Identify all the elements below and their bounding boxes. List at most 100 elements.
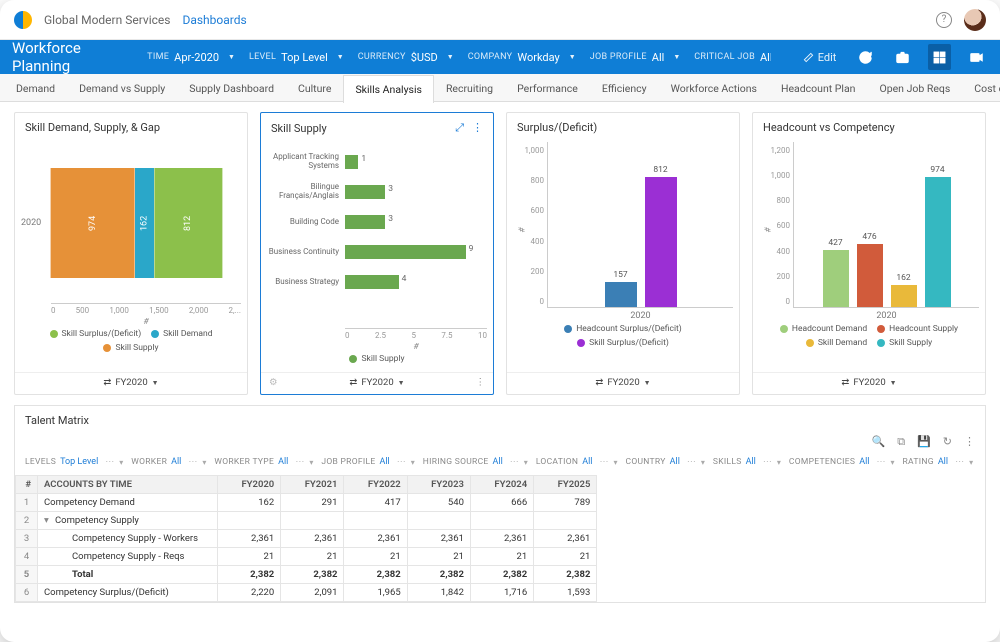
filter-icon[interactable]: ⇄	[349, 377, 357, 388]
legend-item[interactable]: Skill Supply	[349, 354, 404, 364]
x-axis-label: #	[345, 342, 487, 352]
grid-view-icon[interactable]	[928, 44, 951, 70]
camera-icon[interactable]	[891, 44, 914, 70]
bar[interactable]: 476	[857, 244, 883, 307]
search-icon[interactable]: 🔍	[872, 435, 886, 449]
page-filter-bar: Workforce Planning TIMEApr-2020 LEVELTop …	[0, 40, 1000, 74]
tab-headcount-plan[interactable]: Headcount Plan	[769, 74, 868, 101]
matrix-filter-levels[interactable]: LEVELSTop Level⋯	[25, 457, 123, 467]
tab-demand-vs-supply[interactable]: Demand vs Supply	[67, 74, 177, 101]
y-axis-label: #	[764, 227, 774, 232]
table-row[interactable]: 3Competency Supply - Workers2,3612,3612,…	[16, 530, 985, 548]
table-row[interactable]: 5Total2,3822,3822,3822,3822,3822,382	[16, 566, 985, 584]
refresh-icon[interactable]: ↻	[943, 435, 952, 449]
hbar-row[interactable]: Applicant Tracking Systems1	[267, 147, 479, 177]
card-title: Surplus/(Deficit)	[517, 121, 597, 134]
tab-open-job-reqs[interactable]: Open Job Reqs	[867, 74, 962, 101]
card-title: Skill Demand, Supply, & Gap	[25, 121, 160, 134]
matrix-filter-rating[interactable]: RATINGAll⋯	[903, 457, 974, 467]
card-surplus-deficit: Surplus/(Deficit) 1,0008006004002000 # 1…	[506, 112, 740, 395]
save-icon[interactable]: 💾	[917, 435, 931, 449]
matrix-filter-hiring-source[interactable]: HIRING SOURCEAll⋯	[423, 457, 528, 467]
tab-workforce-actions[interactable]: Workforce Actions	[659, 74, 769, 101]
present-icon[interactable]	[965, 44, 988, 70]
legend-item[interactable]: Skill Demand	[151, 329, 212, 339]
legend-item[interactable]: Skill Surplus/(Deficit)	[577, 338, 669, 348]
refresh-icon[interactable]	[854, 44, 877, 70]
breadcrumb-dashboards[interactable]: Dashboards	[182, 13, 246, 27]
workday-logo[interactable]	[14, 11, 32, 29]
y-category: 2020	[21, 218, 51, 228]
hbar-row[interactable]: Business Continuity9	[267, 237, 479, 267]
tab-cost-of-worker[interactable]: Cost of Worker	[962, 74, 1000, 101]
bar[interactable]: 974	[925, 177, 951, 307]
legend-item[interactable]: Skill Demand	[806, 338, 867, 348]
card-footer-filter[interactable]: FY2020	[853, 377, 896, 388]
tab-efficiency[interactable]: Efficiency	[590, 74, 659, 101]
filter-icon[interactable]: ⇄	[841, 377, 849, 388]
filter-icon[interactable]: ⇄	[595, 377, 603, 388]
filter-level[interactable]: LEVELTop Level	[249, 51, 344, 64]
table-row[interactable]: 1Competency Demand162291417540666789	[16, 494, 985, 512]
tab-recruiting[interactable]: Recruiting	[434, 74, 505, 101]
hbar-row[interactable]: Business Strategy4	[267, 267, 479, 297]
kebab-icon[interactable]: ⋮	[476, 377, 486, 388]
card-skill-demand-supply-gap: Skill Demand, Supply, & Gap 2020 9741628…	[14, 112, 248, 395]
card-skill-supply: Skill Supply ⤢ ⋮ Applicant Tracking Syst…	[260, 112, 494, 395]
matrix-filter-job-profile[interactable]: JOB PROFILEAll⋯	[321, 457, 414, 467]
bar[interactable]: 812	[645, 177, 677, 307]
filter-critical-job[interactable]: CRITICAL JOBAll	[694, 51, 771, 64]
table-row[interactable]: 2▾Competency Supply	[16, 512, 985, 530]
filter-icon[interactable]: ⇄	[103, 377, 111, 388]
avatar[interactable]	[964, 9, 986, 31]
matrix-filter-worker[interactable]: WORKERAll⋯	[131, 457, 206, 467]
tab-demand[interactable]: Demand	[4, 74, 67, 101]
matrix-filter-worker-type[interactable]: WORKER TYPEAll⋯	[214, 457, 313, 467]
edit-button[interactable]: Edit	[799, 51, 841, 64]
table-row[interactable]: 4Competency Supply - Reqs212121212121	[16, 548, 985, 566]
legend-item[interactable]: Headcount Supply	[877, 324, 958, 334]
kebab-icon[interactable]: ⋮	[964, 435, 975, 449]
help-icon[interactable]: ?	[936, 12, 952, 28]
settings-gear-icon[interactable]: ⚙	[269, 377, 278, 388]
bar[interactable]: 427	[823, 250, 849, 307]
tab-bar: DemandDemand vs SupplySupply DashboardCu…	[0, 74, 1000, 102]
filter-currency[interactable]: CURRENCY$USD	[358, 51, 454, 64]
org-name: Global Modern Services	[44, 13, 170, 27]
tab-culture[interactable]: Culture	[286, 74, 343, 101]
card-footer-filter[interactable]: FY2020	[607, 377, 650, 388]
card-footer-filter[interactable]: FY2020	[115, 377, 158, 388]
x-category: 2020	[548, 311, 733, 321]
tab-performance[interactable]: Performance	[505, 74, 590, 101]
legend-item[interactable]: Skill Supply	[877, 338, 932, 348]
x-category: 2020	[794, 311, 979, 321]
legend-item[interactable]: Skill Supply	[103, 343, 158, 353]
legend-item[interactable]: Headcount Demand	[780, 324, 867, 334]
stacked-segment[interactable]: 812	[154, 168, 222, 278]
legend-item[interactable]: Headcount Surplus/(Deficit)	[564, 324, 682, 334]
tab-skills-analysis[interactable]: Skills Analysis	[343, 75, 434, 103]
filter-job-profile[interactable]: JOB PROFILEAll	[590, 51, 681, 64]
bar[interactable]: 162	[891, 285, 917, 307]
legend-item[interactable]: Skill Surplus/(Deficit)	[50, 329, 142, 339]
table-row[interactable]: 6Competency Surplus/(Deficit)2,2202,0911…	[16, 584, 985, 602]
expand-icon[interactable]: ⤢	[455, 121, 464, 135]
kebab-icon[interactable]: ⋮	[472, 121, 483, 135]
matrix-filter-skills[interactable]: SKILLSAll⋯	[713, 457, 781, 467]
matrix-filter-competencies[interactable]: COMPETENCIESAll⋯	[789, 457, 895, 467]
page-title: Workforce Planning	[12, 39, 127, 75]
card-footer-filter[interactable]: FY2020	[361, 377, 404, 388]
hbar-row[interactable]: Building Code3	[267, 207, 479, 237]
stacked-segment[interactable]: 162	[135, 168, 154, 278]
copy-icon[interactable]: ⧉	[897, 435, 905, 449]
bar[interactable]: 157	[605, 282, 637, 307]
stacked-segment[interactable]: 974	[51, 168, 135, 278]
edit-label: Edit	[818, 51, 837, 64]
filter-company[interactable]: COMPANYWorkday	[468, 51, 576, 64]
matrix-filter-location[interactable]: LOCATIONAll⋯	[536, 457, 618, 467]
tab-supply-dashboard[interactable]: Supply Dashboard	[177, 74, 286, 101]
card-title: Headcount vs Competency	[763, 121, 895, 134]
matrix-filter-country[interactable]: COUNTRYAll⋯	[625, 457, 704, 467]
hbar-row[interactable]: Bilingue Français/Anglais3	[267, 177, 479, 207]
filter-time[interactable]: TIMEApr-2020	[147, 51, 235, 64]
